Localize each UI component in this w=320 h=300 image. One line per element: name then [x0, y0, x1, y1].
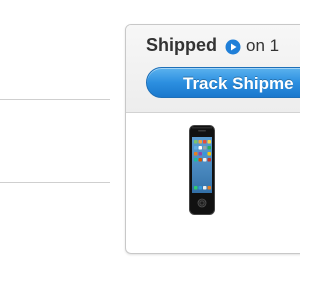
play-icon[interactable] [225, 39, 241, 55]
shipment-status: Shipped [146, 35, 217, 55]
shipment-date: on 1 [246, 35, 280, 55]
divider [0, 99, 110, 100]
shipment-card: Shipped on 1 Track Shipme [125, 24, 300, 254]
track-shipment-button[interactable]: Track Shipme [146, 67, 300, 98]
iphone-product-image [189, 125, 215, 215]
shipment-status-line: Shipped on 1 [146, 35, 279, 56]
divider [0, 182, 110, 183]
page: Shipped on 1 Track Shipme [0, 0, 300, 300]
shipment-header: Shipped on 1 Track Shipme [126, 25, 300, 113]
